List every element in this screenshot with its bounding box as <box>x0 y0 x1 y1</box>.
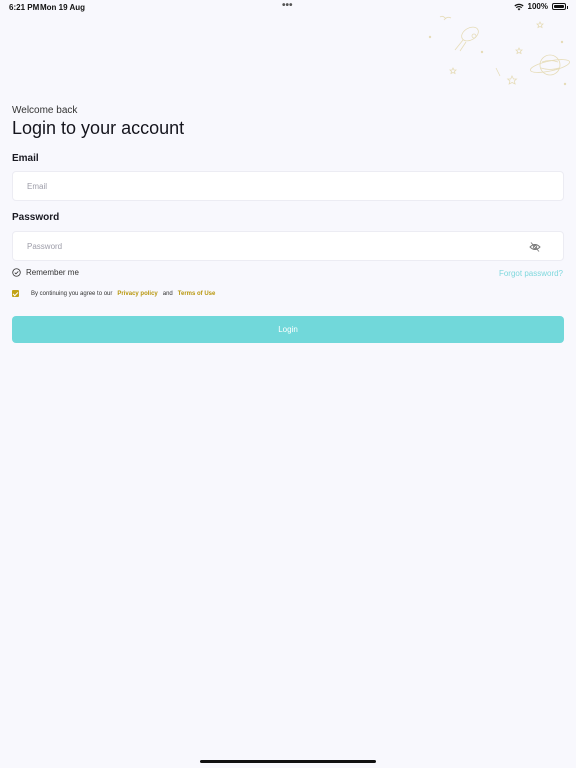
battery-percent: 100% <box>527 2 548 11</box>
status-right: 100% <box>513 2 568 11</box>
page-title: Login to your account <box>12 118 185 138</box>
battery-icon <box>552 3 568 10</box>
privacy-policy-link[interactable]: Privacy policy <box>117 291 157 297</box>
login-screen: 6:21 PM Mon 19 Aug ••• 100% Welcome back… <box>0 0 576 768</box>
comet-icon <box>454 26 479 52</box>
wifi-icon <box>513 3 524 10</box>
check-circle-icon <box>12 268 21 277</box>
password-label: Password <box>12 212 60 223</box>
remember-me-label: Remember me <box>26 268 79 277</box>
password-input[interactable] <box>27 232 527 260</box>
home-indicator[interactable] <box>200 760 376 763</box>
terms-row: By continuing you agree to our Privacy p… <box>12 290 215 297</box>
terms-prefix: By continuing you agree to our <box>31 290 113 297</box>
login-button[interactable]: Login <box>12 316 564 343</box>
eye-off-icon[interactable] <box>529 241 541 253</box>
password-field[interactable] <box>12 231 564 261</box>
status-date: Mon 19 Aug <box>40 3 86 12</box>
status-time: 6:21 PM <box>9 3 40 12</box>
terms-and: and <box>162 290 173 297</box>
space-illustration <box>428 15 570 86</box>
email-field[interactable] <box>12 171 564 201</box>
forgot-password-link[interactable]: Forgot password? <box>499 269 563 278</box>
checkbox-checked-icon[interactable] <box>12 290 19 297</box>
remember-me-toggle[interactable]: Remember me <box>12 268 79 277</box>
planet-icon <box>530 54 570 76</box>
email-input[interactable] <box>27 172 527 200</box>
terms-of-use-link[interactable]: Terms of Use <box>178 291 216 297</box>
multitasking-dots[interactable]: ••• <box>282 0 293 11</box>
email-label: Email <box>12 153 39 164</box>
welcome-text: Welcome back <box>12 105 78 116</box>
